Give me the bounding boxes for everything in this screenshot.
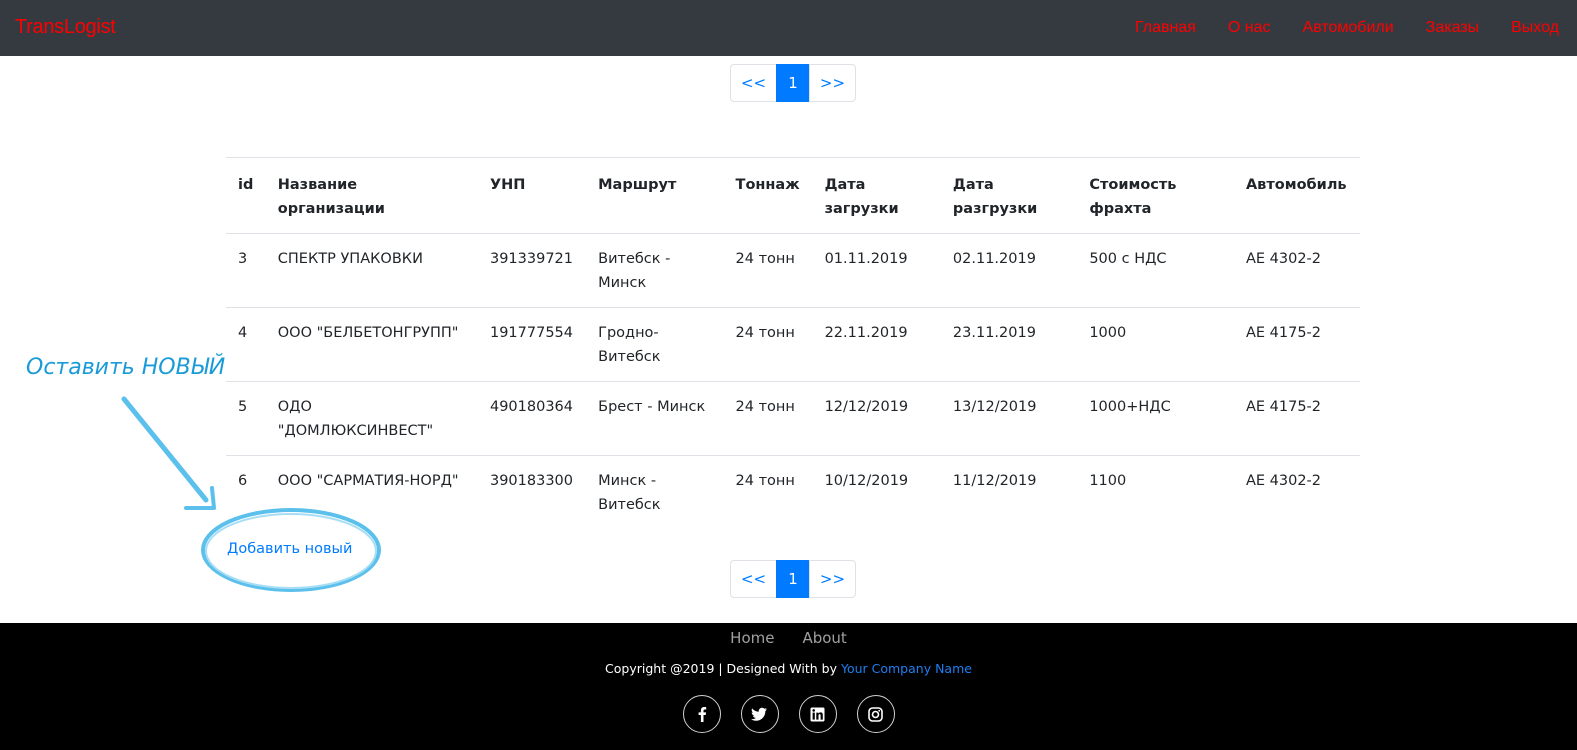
cell-price: 1000 — [1077, 307, 1234, 382]
cell-price: 500 с НДС — [1089, 251, 1167, 267]
company-link[interactable]: Your Company Name — [841, 661, 972, 676]
header-load-date: Дата загрузки — [812, 157, 941, 234]
social-links — [0, 695, 1577, 733]
cell-load-date: 22.11.2019 — [812, 307, 941, 382]
instagram-icon — [868, 706, 883, 722]
nav-link-orders[interactable]: Заказы — [1426, 19, 1479, 37]
cell-route: Минск - Витебск — [586, 455, 724, 529]
page-1-button[interactable]: 1 — [776, 64, 810, 102]
page-next-button[interactable]: >> — [809, 560, 856, 598]
cell-tonnage: 24 тонн — [735, 251, 795, 267]
brand-logo[interactable]: TransLogist — [15, 16, 116, 39]
cell-name: ООО "БЕЛБЕТОНГРУПП" — [265, 307, 478, 382]
cell-car: АЕ 4175-2 — [1233, 381, 1360, 456]
footer-links: Home About — [0, 629, 1577, 647]
cell-price: 1100 — [1077, 455, 1234, 529]
cell-unp: 490180364 — [477, 381, 587, 456]
cell-id: 3 — [238, 251, 248, 267]
facebook-button[interactable] — [682, 695, 721, 733]
nav-link-cars[interactable]: Автомобили — [1303, 19, 1394, 37]
header-unload-date: Дата разгрузки — [940, 157, 1078, 234]
cell-unp: 391339721 — [489, 251, 573, 267]
header-unp: УНП — [477, 157, 587, 234]
cell-unload-date: 11/12/2019 — [940, 455, 1078, 529]
twitter-button[interactable] — [740, 695, 779, 733]
cell-tonnage: 24 тонн — [723, 381, 813, 456]
header-route: Маршрут — [586, 157, 724, 234]
header-name: Название организации — [265, 157, 478, 234]
table-row: 6 ООО "САРМАТИЯ-НОРД" 390183300 Минск - … — [226, 455, 1360, 529]
twitter-icon — [751, 707, 767, 721]
instagram-button[interactable] — [856, 695, 895, 733]
header-car: Автомобиль — [1233, 157, 1360, 234]
page-next-button[interactable]: >> — [809, 64, 856, 102]
top-navbar: TransLogist Главная О нас Автомобили Зак… — [0, 0, 1577, 56]
header-tonnage: Тоннаж — [723, 157, 813, 234]
footer-link-about[interactable]: About — [802, 629, 846, 647]
cell-unload-date: 13/12/2019 — [940, 381, 1078, 456]
page-prev-button[interactable]: << — [730, 64, 777, 102]
facebook-icon — [698, 707, 706, 722]
page-1-button[interactable]: 1 — [776, 560, 810, 598]
cell-unload-date: 23.11.2019 — [940, 307, 1078, 382]
pagination-top: << 1 >> — [730, 64, 856, 102]
linkedin-button[interactable] — [798, 695, 837, 733]
table-row: 4 ООО "БЕЛБЕТОНГРУПП" 191777554 Гродно-В… — [226, 307, 1360, 382]
cell-price: 1000+НДС — [1077, 381, 1234, 456]
cell-car: АЕ 4175-2 — [1233, 307, 1360, 382]
table-row: 5 ОДО "ДОМЛЮКСИНВЕСТ" 490180364 Брест - … — [226, 381, 1360, 456]
footer: Home About Copyright @2019 | Designed Wi… — [0, 623, 1577, 750]
cell-route: Брест - Минск — [586, 381, 724, 456]
nav-link-home[interactable]: Главная — [1135, 19, 1196, 37]
orders-table: id Название организации УНП Маршрут Тонн… — [226, 157, 1360, 529]
copyright-text: Copyright @2019 | Designed With by Your … — [0, 661, 1577, 676]
cell-tonnage: 24 тонн — [723, 307, 813, 382]
nav-link-logout[interactable]: Выход — [1511, 19, 1559, 37]
cell-route: Витебск - Минск — [598, 251, 671, 291]
annotation-arrow — [121, 396, 209, 503]
copyright-prefix: Copyright @2019 | Designed With by — [605, 661, 841, 676]
nav-menu: Главная О нас Автомобили Заказы Выход — [1103, 19, 1559, 37]
page-prev-button[interactable]: << — [730, 560, 777, 598]
cell-id: 5 — [226, 381, 266, 456]
cell-id: 6 — [226, 455, 266, 529]
table-header-row: id Название организации УНП Маршрут Тонн… — [226, 157, 1360, 234]
pagination-bottom: << 1 >> — [730, 560, 856, 598]
add-new-link[interactable]: Добавить новый — [227, 541, 352, 557]
cell-tonnage: 24 тонн — [723, 455, 813, 529]
cell-name: ООО "САРМАТИЯ-НОРД" — [265, 455, 478, 529]
cell-load-date: 01.11.2019 — [824, 251, 908, 267]
cell-route: Гродно-Витебск — [586, 307, 724, 382]
cell-load-date: 12/12/2019 — [812, 381, 941, 456]
table-row: 3 СПЕКТР УПАКОВКИ 391339721 Витебск - Ми… — [226, 234, 1360, 308]
annotation-arrowhead — [184, 486, 216, 510]
cell-car: АЕ 4302-2 — [1233, 455, 1360, 529]
footer-link-home[interactable]: Home — [730, 629, 774, 647]
annotation-label: Оставить НОВЫЙ — [26, 355, 226, 380]
cell-car: АЕ 4302-2 — [1245, 251, 1322, 267]
header-price: Стоимость фрахта — [1077, 157, 1234, 234]
header-id: id — [226, 157, 266, 234]
cell-name: СПЕКТР УПАКОВКИ — [277, 251, 423, 267]
cell-unp: 191777554 — [477, 307, 587, 382]
cell-unload-date: 02.11.2019 — [952, 251, 1036, 267]
cell-id: 4 — [226, 307, 266, 382]
nav-link-about[interactable]: О нас — [1228, 19, 1271, 37]
cell-load-date: 10/12/2019 — [812, 455, 941, 529]
cell-name: ОДО "ДОМЛЮКСИНВЕСТ" — [265, 381, 478, 456]
linkedin-icon — [810, 707, 825, 721]
cell-unp: 390183300 — [477, 455, 587, 529]
